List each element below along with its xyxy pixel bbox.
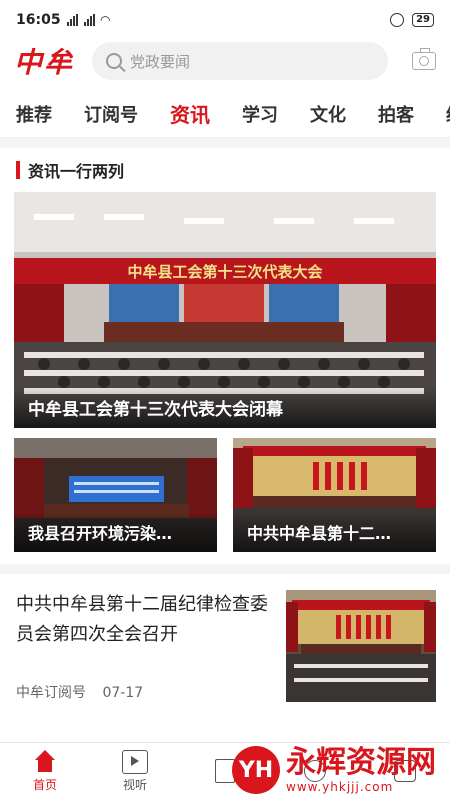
tab-recommend[interactable]: 推荐 bbox=[16, 101, 52, 127]
nav-video-label: 视听 bbox=[122, 778, 147, 792]
user-icon bbox=[304, 759, 326, 782]
alarm-icon bbox=[390, 13, 405, 27]
divider bbox=[0, 138, 450, 148]
nav-home[interactable]: 首页 bbox=[0, 743, 90, 800]
news-card[interactable]: 我县召开环境污染… bbox=[14, 438, 217, 552]
channel-tabs: 推荐 订阅号 资讯 学习 文化 拍客 经 bbox=[0, 90, 450, 138]
status-time: 16:05 bbox=[16, 12, 61, 28]
signal-icon-2 bbox=[83, 14, 95, 26]
news-card-caption: 中共中牟县第十二… bbox=[233, 512, 436, 552]
section-marker bbox=[16, 161, 20, 179]
hero-news-card[interactable]: 中牟县工会第十三次代表大会 中牟县工会第十三次代表大会闭幕 bbox=[14, 192, 436, 428]
news-card-caption: 我县召开环境污染… bbox=[14, 512, 217, 552]
home-icon bbox=[32, 750, 58, 774]
header: 中牟 党政要闻 bbox=[0, 40, 450, 82]
nav-home-label: 首页 bbox=[32, 778, 57, 792]
news-card[interactable]: 中共中牟县第十二… bbox=[233, 438, 436, 552]
tab-culture[interactable]: 文化 bbox=[310, 101, 346, 127]
nav-item-3[interactable] bbox=[180, 743, 270, 800]
tab-subscription[interactable]: 订阅号 bbox=[84, 101, 138, 127]
search-placeholder: 党政要闻 bbox=[130, 52, 191, 71]
divider bbox=[0, 564, 450, 574]
article-date: 07-17 bbox=[102, 685, 144, 701]
wifi-icon: ◠ bbox=[100, 13, 110, 27]
document-icon bbox=[215, 758, 235, 783]
section-header: 资讯一行两列 bbox=[0, 148, 450, 192]
nav-item-5[interactable] bbox=[360, 743, 450, 800]
nav-item-4[interactable] bbox=[270, 743, 360, 800]
battery-icon: 29 bbox=[412, 13, 434, 27]
article-thumbnail bbox=[286, 590, 436, 702]
app-logo[interactable]: 中牟 bbox=[14, 41, 76, 81]
search-bar[interactable]: 党政要闻 bbox=[92, 42, 388, 80]
signal-icon bbox=[66, 14, 78, 26]
hero-caption: 中牟县工会第十三次代表大会闭幕 bbox=[14, 387, 436, 428]
tab-economy[interactable]: 经 bbox=[446, 101, 450, 127]
camera-icon[interactable] bbox=[412, 48, 436, 70]
two-column-row: 我县召开环境污染… 中共中牟县第十二… bbox=[14, 438, 436, 552]
article-meta: 中牟订阅号 07-17 bbox=[16, 682, 274, 702]
search-icon bbox=[106, 53, 122, 69]
status-bar: 16:05 ◠ 29 bbox=[0, 0, 450, 40]
grid-icon bbox=[394, 759, 416, 782]
tab-news[interactable]: 资讯 bbox=[170, 99, 210, 128]
bottom-nav: 首页 视听 bbox=[0, 742, 450, 800]
article-list-item[interactable]: 中共中牟县第十二届纪律检查委员会第四次全会召开 中牟订阅号 07-17 bbox=[0, 574, 450, 714]
section-title: 资讯一行两列 bbox=[28, 162, 125, 181]
tab-paike[interactable]: 拍客 bbox=[378, 101, 414, 127]
hero-banner-text: 中牟县工会第十三次代表大会 bbox=[127, 263, 322, 281]
tv-icon bbox=[122, 750, 148, 774]
nav-video[interactable]: 视听 bbox=[90, 743, 180, 800]
article-source: 中牟订阅号 bbox=[16, 685, 86, 701]
article-title: 中共中牟县第十二届纪律检查委员会第四次全会召开 bbox=[16, 594, 268, 645]
tab-study[interactable]: 学习 bbox=[242, 101, 278, 127]
